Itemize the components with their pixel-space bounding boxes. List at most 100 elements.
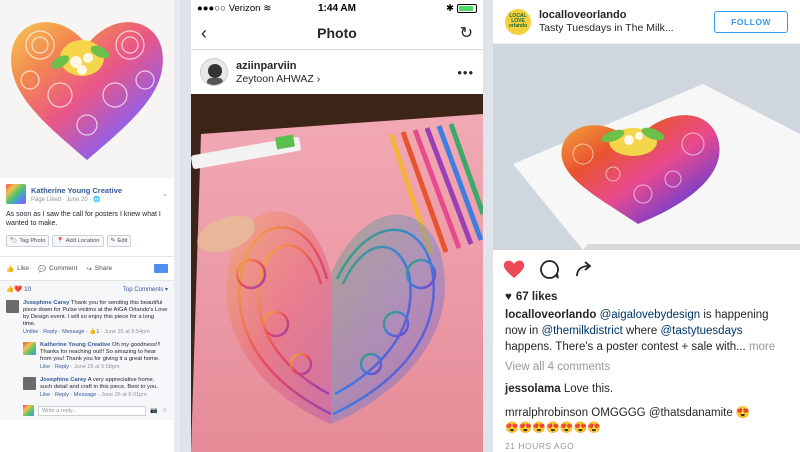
more-options-icon[interactable]: ••• — [457, 65, 474, 80]
like-button[interactable]: 👍 Like — [6, 265, 29, 273]
add-location-button[interactable]: 📍 Add Location — [52, 235, 104, 247]
post-meta: Page Liked · June 20 · 🌐 — [31, 196, 122, 203]
commenter-name[interactable]: mrralphrobinson — [505, 407, 588, 419]
comment-body: Josephine Carey A very appreciative home… — [40, 377, 168, 399]
commenter-name[interactable]: jessolama — [505, 383, 561, 395]
instagram-phone-panel: ●●●○○ Verizon ≋ 1:44 AM ✱ ‹ Photo ↻ aziinp… — [191, 0, 483, 452]
location[interactable]: Tasty Tuesdays in The Milk... — [539, 22, 674, 34]
comment-text: Love this. — [560, 383, 614, 395]
commenter-name[interactable]: Josephine Carey — [40, 377, 86, 383]
comment-label: Comment — [49, 265, 78, 272]
heart-small-icon: ♥ — [505, 291, 512, 303]
page-avatar[interactable] — [6, 184, 26, 204]
instagram-web-panel: LOCAL LOVE orlando localloveorlando Tast… — [493, 0, 800, 452]
avatar-illustration — [207, 64, 223, 85]
like-label: Like — [17, 265, 30, 272]
post-age[interactable]: 21 HOURS AGO — [493, 434, 800, 451]
globe-icon: 🌐 — [93, 196, 101, 203]
share-icon: ↪ — [86, 265, 92, 273]
post-photo[interactable] — [191, 94, 483, 452]
post-actions: 👍 Like 💬 Comment ↪ Share — [0, 256, 174, 280]
caption-text: happens. There's a poster contest + sale… — [505, 341, 746, 353]
comment-actions[interactable]: Like · Reply · Message · — [40, 392, 101, 398]
post-text: As soon as I saw the call for posters I … — [6, 211, 161, 227]
comment-links: Like · Reply · June 26 at 5:58pm — [40, 364, 168, 371]
nav-bar: ‹ Photo ↻ — [191, 17, 483, 50]
commenter-name[interactable]: Josephine Carey — [23, 300, 69, 306]
refresh-icon[interactable]: ↻ — [460, 23, 473, 43]
edit-button[interactable]: ✎ Edit — [106, 235, 132, 247]
reply-item: Katherine Young Creative Oh my goodness!… — [23, 339, 168, 374]
mention-link[interactable]: @tastytuesdays — [660, 325, 742, 337]
comment-item: mrralphrobinson OMGGGG @thatsdanamite 😍 — [493, 397, 800, 421]
heart-icon[interactable] — [503, 259, 525, 279]
caption-text: where — [622, 325, 661, 337]
username[interactable]: aziinparviin — [236, 60, 320, 72]
comment-item: jessolama Love this. — [493, 373, 800, 397]
back-arrow-icon[interactable]: ‹ — [201, 23, 207, 44]
caption: localloveorlando @aigalovebydesign is ha… — [493, 303, 800, 355]
mention-link[interactable]: @aigalovebydesign — [600, 309, 701, 321]
commenter-avatar[interactable] — [23, 377, 36, 390]
emoji-icon[interactable]: ☺ — [162, 408, 168, 414]
reactions-bar: 👍❤️ 10 Top Comments ▾ — [0, 280, 174, 297]
battery-fill — [459, 6, 474, 11]
post-header: aziinparviin Zeytoon AHWAZ › ••• — [191, 50, 483, 94]
more-link[interactable]: more — [746, 341, 775, 353]
post-photo[interactable] — [493, 44, 800, 250]
follow-button[interactable]: FOLLOW — [714, 10, 788, 33]
comment-links: Unlike · Reply · Message · 👍1 · June 26 … — [23, 329, 168, 336]
post-image[interactable] — [0, 0, 174, 178]
quilling-photo — [191, 94, 483, 452]
add-location-label: Add Location — [65, 238, 100, 244]
commenter-avatar[interactable] — [23, 342, 36, 355]
comment-text: OMGGGG — [588, 407, 649, 419]
top-comments-dropdown[interactable]: Top Comments ▾ — [123, 286, 168, 293]
comment-actions[interactable]: Unlike · Reply · Message · — [23, 329, 89, 335]
tag-photo-label: Tag Photo — [19, 238, 46, 244]
location-text: Zeytoon AHWAZ — [236, 72, 314, 85]
reaction-icons[interactable]: 👍❤️ — [6, 285, 22, 293]
facebook-panel: Katherine Young Creative Page Liked · Ju… — [0, 0, 180, 452]
mention-link[interactable]: @themilkdistrict — [541, 325, 622, 337]
emoji-row: 😍😍😍😍😍😍😍 — [505, 422, 601, 434]
share-arrow-icon[interactable] — [574, 259, 594, 279]
thumbs-up-icon: 👍 — [6, 265, 15, 273]
likes-count[interactable]: ♥ 67 likes — [493, 291, 800, 303]
user-avatar[interactable] — [200, 58, 228, 86]
comment-icon[interactable] — [539, 259, 560, 280]
share-button[interactable]: ↪ Share — [86, 265, 112, 273]
username[interactable]: localloveorlando — [539, 9, 674, 21]
reply-input[interactable]: Write a reply... — [38, 405, 147, 416]
post-meta-text: Page Liked · June 20 · — [31, 196, 94, 203]
reaction-count[interactable]: 10 — [24, 286, 31, 293]
location[interactable]: Zeytoon AHWAZ › — [236, 73, 320, 85]
chevron-down-icon[interactable]: ⌄ — [162, 190, 168, 198]
comment-time[interactable]: June 26 at 6:01pm — [101, 392, 147, 398]
author-name[interactable]: Katherine Young Creative — [31, 186, 122, 195]
status-time: 1:44 AM — [318, 3, 356, 14]
battery-icon — [457, 4, 477, 13]
comment-links: Like · Reply · Message · June 26 at 6:01… — [40, 392, 168, 399]
mention-link[interactable]: @thatsdanamite — [649, 407, 733, 419]
comment-button[interactable]: 💬 Comment — [38, 265, 77, 273]
emoji: 😍 — [732, 407, 751, 419]
commenter-avatar[interactable] — [6, 300, 19, 313]
comment-icon: 💬 — [38, 265, 47, 273]
comment-time[interactable]: June 26 at 5:58pm — [74, 364, 120, 370]
share-label: Share — [94, 265, 113, 272]
reply-composer: Write a reply... 📷 ☺ — [6, 402, 168, 420]
tag-icon: 🏷 — [10, 238, 18, 244]
tag-photo-button[interactable]: 🏷 Tag Photo — [6, 235, 50, 247]
comment-item: Josephine Carey Thank you for sending th… — [6, 297, 168, 339]
user-avatar[interactable]: LOCAL LOVE orlando — [505, 8, 531, 35]
post-header: Katherine Young Creative Page Liked · Ju… — [0, 178, 174, 204]
comment-time[interactable]: · June 26 at 5:54pm — [99, 329, 150, 335]
view-all-comments[interactable]: View all 4 comments — [493, 355, 800, 373]
comment-actions[interactable]: Like · Reply · — [40, 364, 74, 370]
caption-username[interactable]: localloveorlando — [505, 309, 596, 321]
camera-icon[interactable]: 📷 — [150, 407, 157, 414]
audience-selector[interactable] — [154, 264, 168, 273]
commenter-name[interactable]: Katherine Young Creative — [40, 342, 110, 348]
framed-quilling-photo — [493, 44, 800, 250]
